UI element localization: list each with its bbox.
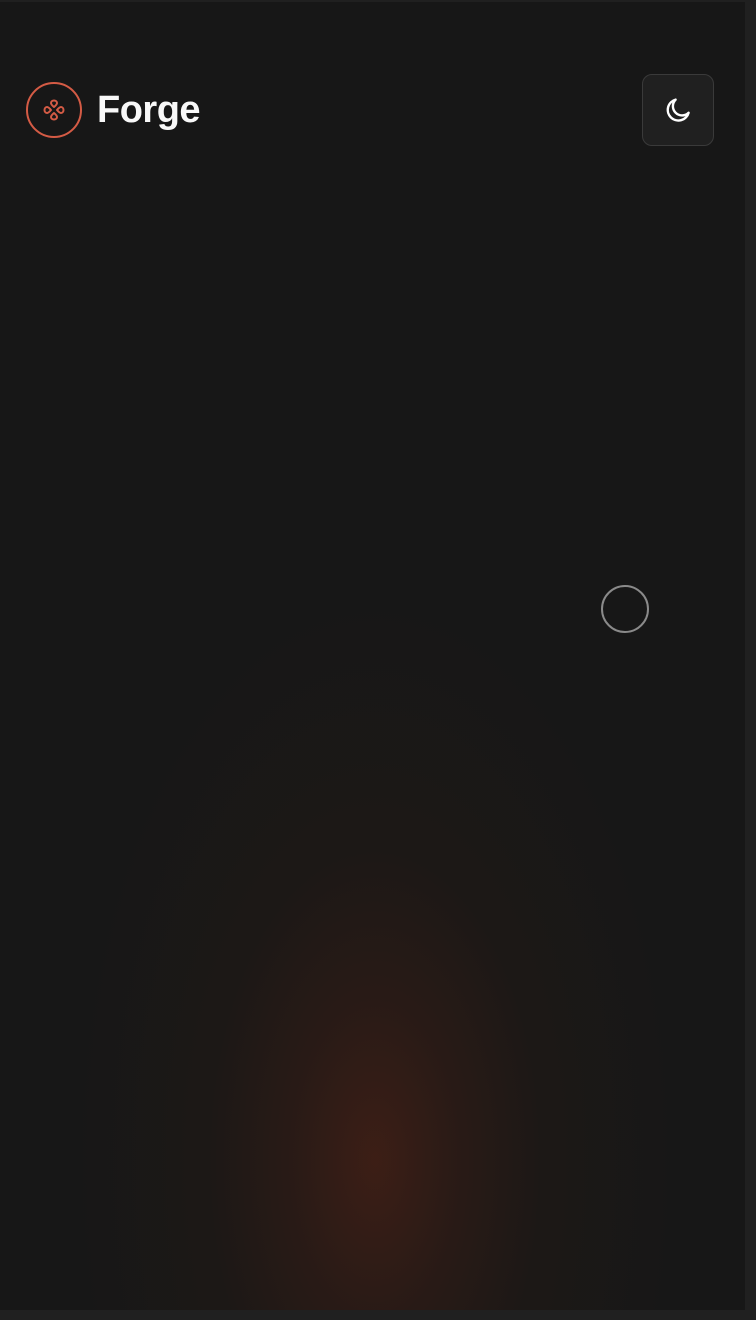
background-glow (0, 300, 745, 1310)
gamepad-icon-svg (43, 99, 65, 121)
moon-icon (666, 98, 690, 122)
bottom-edge (0, 1310, 756, 1320)
gamepad-icon (26, 82, 82, 138)
brand-name: Forge (97, 89, 201, 131)
site-header: Forge (0, 0, 745, 220)
loading-spinner (601, 585, 649, 633)
brand[interactable]: Forge (26, 82, 201, 138)
app-shell: Forge (0, 0, 745, 1310)
theme-toggle-button[interactable] (642, 74, 714, 146)
right-edge (745, 0, 756, 1320)
